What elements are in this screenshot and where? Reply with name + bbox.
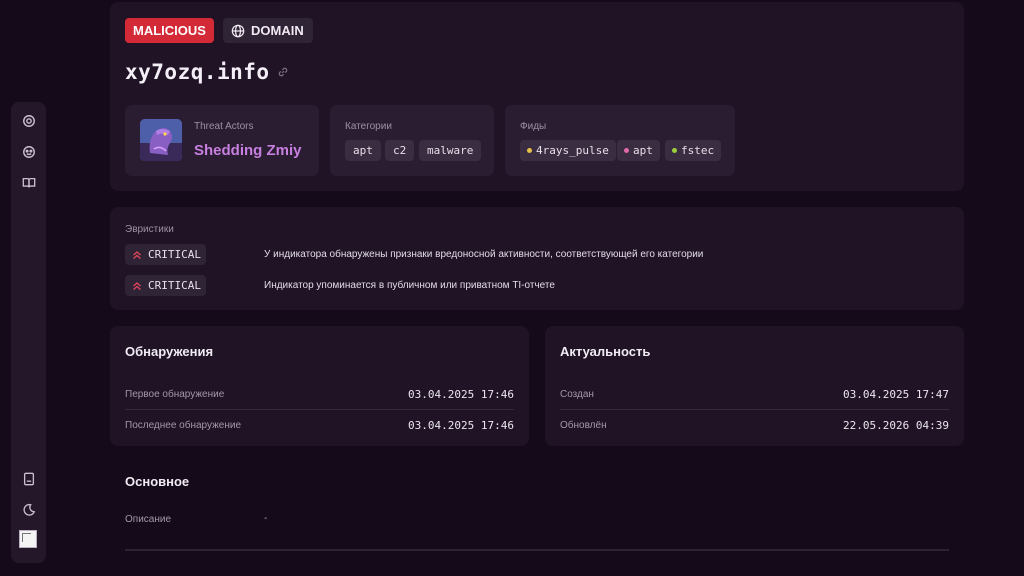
- last-detection-label: Последнее обнаружение: [125, 420, 242, 431]
- first-detection-label: Первое обнаружение: [125, 389, 225, 400]
- indicator-name: xy7ozq.info: [125, 60, 270, 84]
- double-chevron-up-icon: [133, 250, 141, 259]
- heuristics-label: Эвристики: [125, 224, 174, 235]
- category-tag[interactable]: apt: [345, 140, 381, 161]
- feed-dot: [624, 148, 629, 153]
- created-value: 03.04.2025 17:47: [843, 388, 949, 401]
- type-label: DOMAIN: [251, 23, 304, 38]
- globe-icon: [231, 24, 245, 37]
- feed-tag[interactable]: fstec: [665, 140, 722, 161]
- last-detection-value: 03.04.2025 17:46: [408, 419, 514, 432]
- feed-dot: [672, 148, 677, 153]
- sidebar: [11, 102, 46, 563]
- category-tag[interactable]: malware: [419, 140, 482, 161]
- threat-actor-name[interactable]: Shedding Zmiy: [194, 142, 302, 159]
- type-badge: DOMAIN: [223, 18, 313, 43]
- verdict-badge: MALICIOUS: [125, 18, 214, 43]
- feed-tag[interactable]: 4rays_pulse: [520, 140, 616, 161]
- severity-badge: CRITICAL: [125, 244, 206, 265]
- page-title: xy7ozq.info: [125, 60, 288, 84]
- book-icon[interactable]: [20, 174, 37, 191]
- target-icon[interactable]: [20, 112, 37, 129]
- double-chevron-up-icon: [133, 281, 141, 290]
- description-label: Описание: [125, 514, 172, 525]
- updated-value: 22.05.2026 04:39: [843, 419, 949, 432]
- feed-tag[interactable]: apt: [617, 140, 660, 161]
- feed-name: 4rays_pulse: [536, 144, 609, 157]
- divider: [125, 409, 514, 410]
- feed-name: apt: [633, 144, 653, 157]
- copy-link-icon[interactable]: [278, 67, 288, 77]
- feed-name: fstec: [681, 144, 715, 157]
- divider: [560, 409, 949, 410]
- moon-icon[interactable]: [20, 501, 37, 518]
- category-tag[interactable]: c2: [385, 140, 415, 161]
- severity-label: CRITICAL: [148, 248, 201, 261]
- document-icon[interactable]: [20, 470, 37, 487]
- face-icon[interactable]: [20, 143, 37, 160]
- detections-title: Обнаружения: [125, 344, 214, 359]
- relevance-title: Актуальность: [560, 344, 651, 359]
- severity-badge: CRITICAL: [125, 275, 206, 296]
- divider: [125, 549, 949, 551]
- basic-title: Основное: [125, 474, 190, 489]
- first-detection-value: 03.04.2025 17:46: [408, 388, 514, 401]
- feed-dot: [527, 148, 532, 153]
- created-label: Создан: [560, 389, 594, 400]
- updated-label: Обновлён: [560, 420, 607, 431]
- description-value: -: [264, 513, 268, 524]
- feeds-label: Фиды: [520, 121, 547, 132]
- threat-actor-avatar: [140, 119, 182, 161]
- heuristic-text: У индикатора обнаружены признаки вредоно…: [264, 249, 704, 260]
- user-avatar[interactable]: [19, 530, 37, 548]
- heuristic-text: Индикатор упоминается в публичном или пр…: [264, 280, 555, 291]
- severity-label: CRITICAL: [148, 279, 201, 292]
- threat-actors-label: Threat Actors: [194, 121, 254, 132]
- categories-label: Категории: [345, 121, 392, 132]
